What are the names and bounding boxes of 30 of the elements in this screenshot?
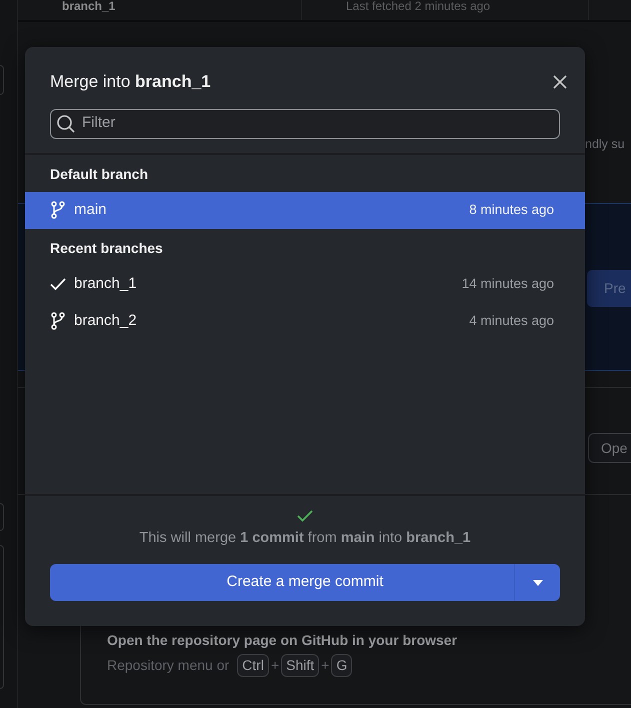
- dialog-title: Merge into branch_1: [50, 71, 211, 93]
- group-heading: Recent branches: [49, 238, 164, 258]
- branch-time: 14 minutes ago: [462, 274, 554, 293]
- branch-name: main: [74, 200, 108, 220]
- branch-name: branch_1: [62, 0, 116, 12]
- check-icon: [297, 510, 313, 522]
- merge-summary: This will merge 1 commit from main into branch_1: [139, 529, 471, 548]
- branch-item[interactable]: main 8 minutes ago: [25, 192, 585, 228]
- key-cap: Ctrl: [237, 654, 269, 677]
- caret-icon: [532, 580, 542, 586]
- plus-sign: +: [270, 656, 280, 675]
- key-cap: G: [331, 654, 352, 677]
- branch-item[interactable]: branch_1 14 minutes ago: [25, 266, 585, 302]
- tip-title: Open the repository page on GitHub in your browser: [107, 631, 458, 650]
- branch-name: branch_1: [74, 274, 138, 294]
- branch-name: branch_2: [74, 310, 138, 331]
- merge-button[interactable]: Create a merge commit: [50, 564, 560, 601]
- fetch-status: Last fetched 2 minutes ago: [346, 0, 490, 12]
- branch-time: 8 minutes ago: [469, 200, 554, 219]
- open-button[interactable]: Ope: [588, 433, 631, 463]
- close-button[interactable]: [551, 72, 569, 91]
- branch-item[interactable]: branch_2 4 minutes ago: [25, 302, 585, 340]
- filter-field[interactable]: Filter: [50, 108, 560, 138]
- tip-text: Repository menu or: [107, 656, 230, 675]
- branch-time: 4 minutes ago: [469, 312, 554, 330]
- plus-sign: +: [321, 656, 330, 675]
- group-heading: Default branch: [49, 164, 150, 184]
- search-icon: [56, 114, 76, 134]
- key-cap: Shift: [281, 654, 320, 677]
- description-text: ndly su: [585, 136, 626, 153]
